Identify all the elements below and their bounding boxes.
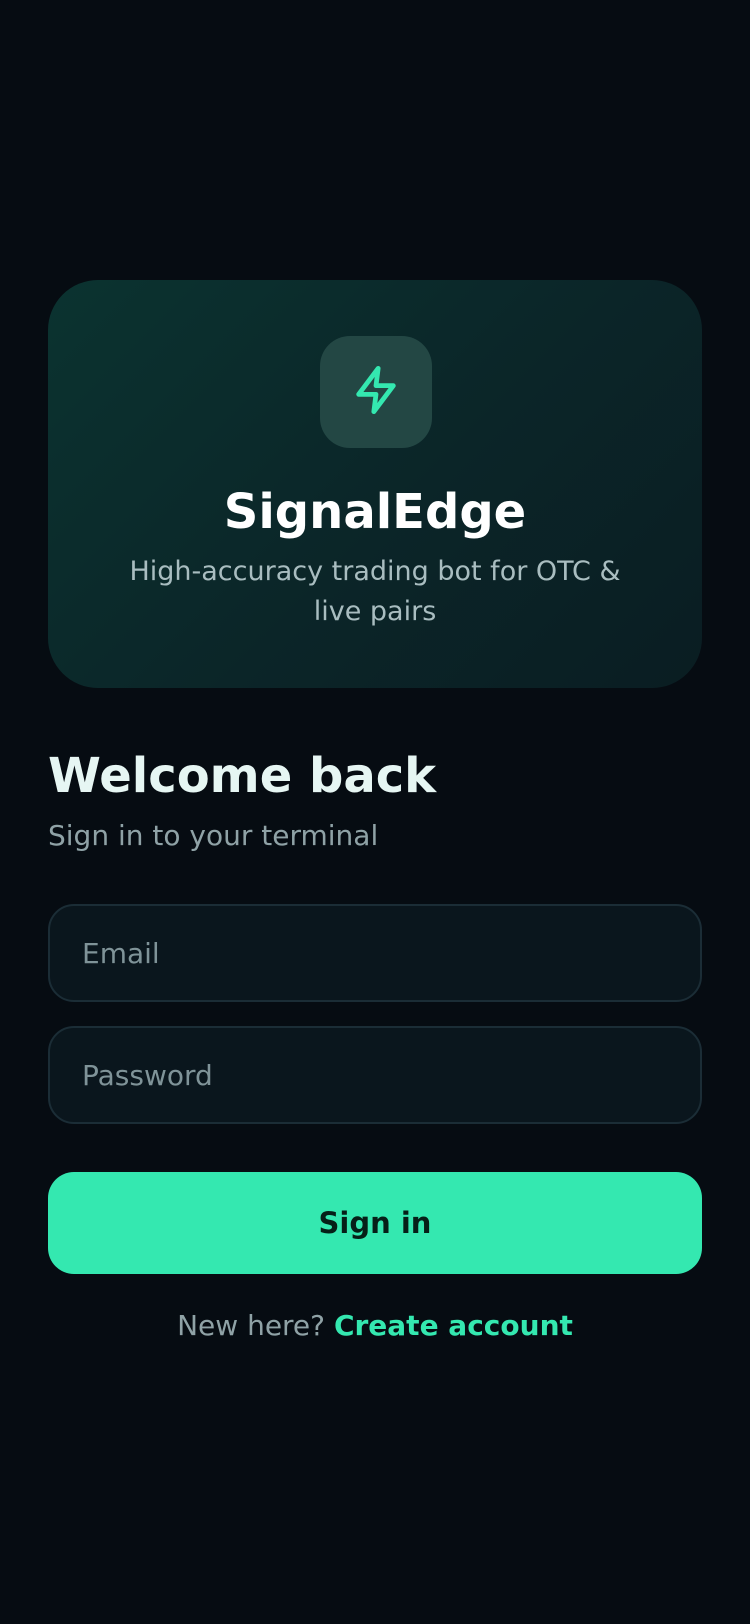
sign-in-button[interactable]: Sign in: [48, 1172, 702, 1274]
signup-prompt-text: New here?: [177, 1309, 334, 1342]
email-field[interactable]: [50, 906, 700, 1000]
lightning-bolt-icon: [350, 364, 402, 420]
password-field-container: [48, 1026, 702, 1124]
welcome-title: Welcome back: [48, 748, 437, 804]
signup-prompt-line: New here? Create account: [0, 1306, 750, 1346]
app-name: SignalEdge: [223, 484, 527, 540]
password-field[interactable]: [50, 1028, 700, 1122]
login-screen: SignalEdge High-accuracy trading bot for…: [0, 0, 750, 1624]
email-field-container: [48, 904, 702, 1002]
welcome-subtitle: Sign in to your terminal: [48, 819, 379, 852]
brand-card: SignalEdge High-accuracy trading bot for…: [48, 280, 702, 688]
app-logo: [320, 336, 432, 448]
app-tagline: High-accuracy trading bot for OTC & live…: [129, 556, 621, 627]
create-account-link[interactable]: Create account: [334, 1309, 573, 1342]
